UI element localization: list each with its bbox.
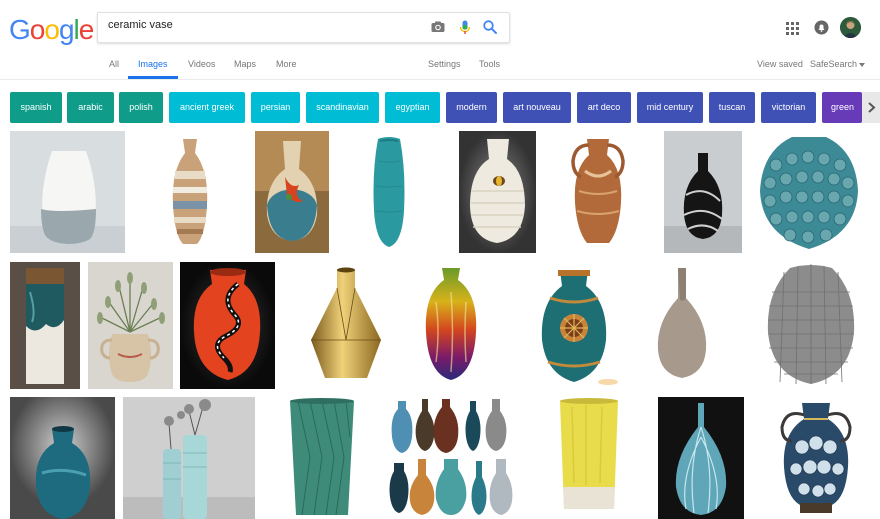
safesearch-label: SafeSearch <box>810 59 858 69</box>
chip-modern[interactable]: modern <box>446 92 497 123</box>
google-images-page: Google ceramic vase All Images Videos Ma… <box>0 0 880 519</box>
chip-tuscan[interactable]: tuscan <box>709 92 755 123</box>
chevron-right-icon <box>868 102 876 113</box>
image-result[interactable] <box>565 131 631 253</box>
logo-letter: e <box>78 14 95 45</box>
image-result[interactable] <box>10 397 115 519</box>
image-result[interactable] <box>358 131 420 253</box>
chip-polish[interactable]: polish <box>119 92 163 123</box>
image-result[interactable] <box>123 397 255 519</box>
search-box[interactable] <box>97 12 510 43</box>
image-result[interactable] <box>388 397 522 519</box>
chip-art-deco[interactable]: art deco <box>577 92 631 123</box>
caret-down-icon <box>859 62 866 67</box>
chip-victorian[interactable]: victorian <box>761 92 816 123</box>
image-result[interactable] <box>756 131 862 253</box>
safesearch-menu[interactable]: SafeSearch <box>810 59 866 69</box>
image-result[interactable] <box>664 131 742 253</box>
active-tab-indicator <box>128 76 178 79</box>
chips-next-button[interactable] <box>862 92 880 123</box>
image-result[interactable] <box>88 262 173 389</box>
image-result[interactable] <box>650 262 714 389</box>
image-result[interactable] <box>10 131 125 253</box>
image-result[interactable] <box>552 397 626 519</box>
image-result[interactable] <box>459 131 536 253</box>
chip-green[interactable]: green <box>822 92 862 123</box>
image-result[interactable] <box>284 397 360 519</box>
image-result[interactable] <box>255 131 329 253</box>
bell-icon[interactable] <box>814 20 829 35</box>
search-icon[interactable] <box>482 19 498 35</box>
logo-letter: o <box>44 14 60 45</box>
view-saved-link[interactable]: View saved <box>757 59 803 69</box>
image-result[interactable] <box>10 262 80 389</box>
image-result[interactable] <box>137 131 243 253</box>
logo-letter: G <box>9 14 31 45</box>
tab-videos[interactable]: Videos <box>188 59 215 69</box>
google-logo[interactable]: Google <box>9 14 95 46</box>
tab-all[interactable]: All <box>109 59 119 69</box>
tab-images[interactable]: Images <box>138 59 168 69</box>
chip-spanish[interactable]: spanish <box>10 92 62 123</box>
header: Google ceramic vase All Images Videos Ma… <box>0 0 880 80</box>
chip-mid-century[interactable]: mid century <box>637 92 703 123</box>
chip-persian[interactable]: persian <box>251 92 300 123</box>
chip-egyptian[interactable]: egyptian <box>385 92 440 123</box>
apps-grid-icon[interactable] <box>786 22 799 35</box>
chip-arabic[interactable]: arabic <box>67 92 114 123</box>
chip-art-nouveau[interactable]: art nouveau <box>503 92 571 123</box>
tab-more[interactable]: More <box>276 59 297 69</box>
camera-icon[interactable] <box>430 19 446 35</box>
image-result[interactable] <box>305 262 387 389</box>
image-result[interactable] <box>522 262 626 389</box>
image-result[interactable] <box>658 397 744 519</box>
tab-maps[interactable]: Maps <box>234 59 256 69</box>
image-result[interactable] <box>760 262 862 389</box>
avatar[interactable] <box>840 17 861 38</box>
search-input[interactable] <box>108 19 408 31</box>
image-result[interactable] <box>180 262 275 389</box>
chip-scandinavian[interactable]: scandinavian <box>306 92 379 123</box>
chip-ancient-greek[interactable]: ancient greek <box>169 92 245 123</box>
mic-icon[interactable] <box>457 19 473 35</box>
logo-letter: g <box>58 14 75 45</box>
settings-link[interactable]: Settings <box>428 59 461 69</box>
image-result[interactable] <box>770 397 862 519</box>
logo-letter: o <box>29 14 46 45</box>
image-result[interactable] <box>418 262 484 389</box>
tools-link[interactable]: Tools <box>479 59 500 69</box>
